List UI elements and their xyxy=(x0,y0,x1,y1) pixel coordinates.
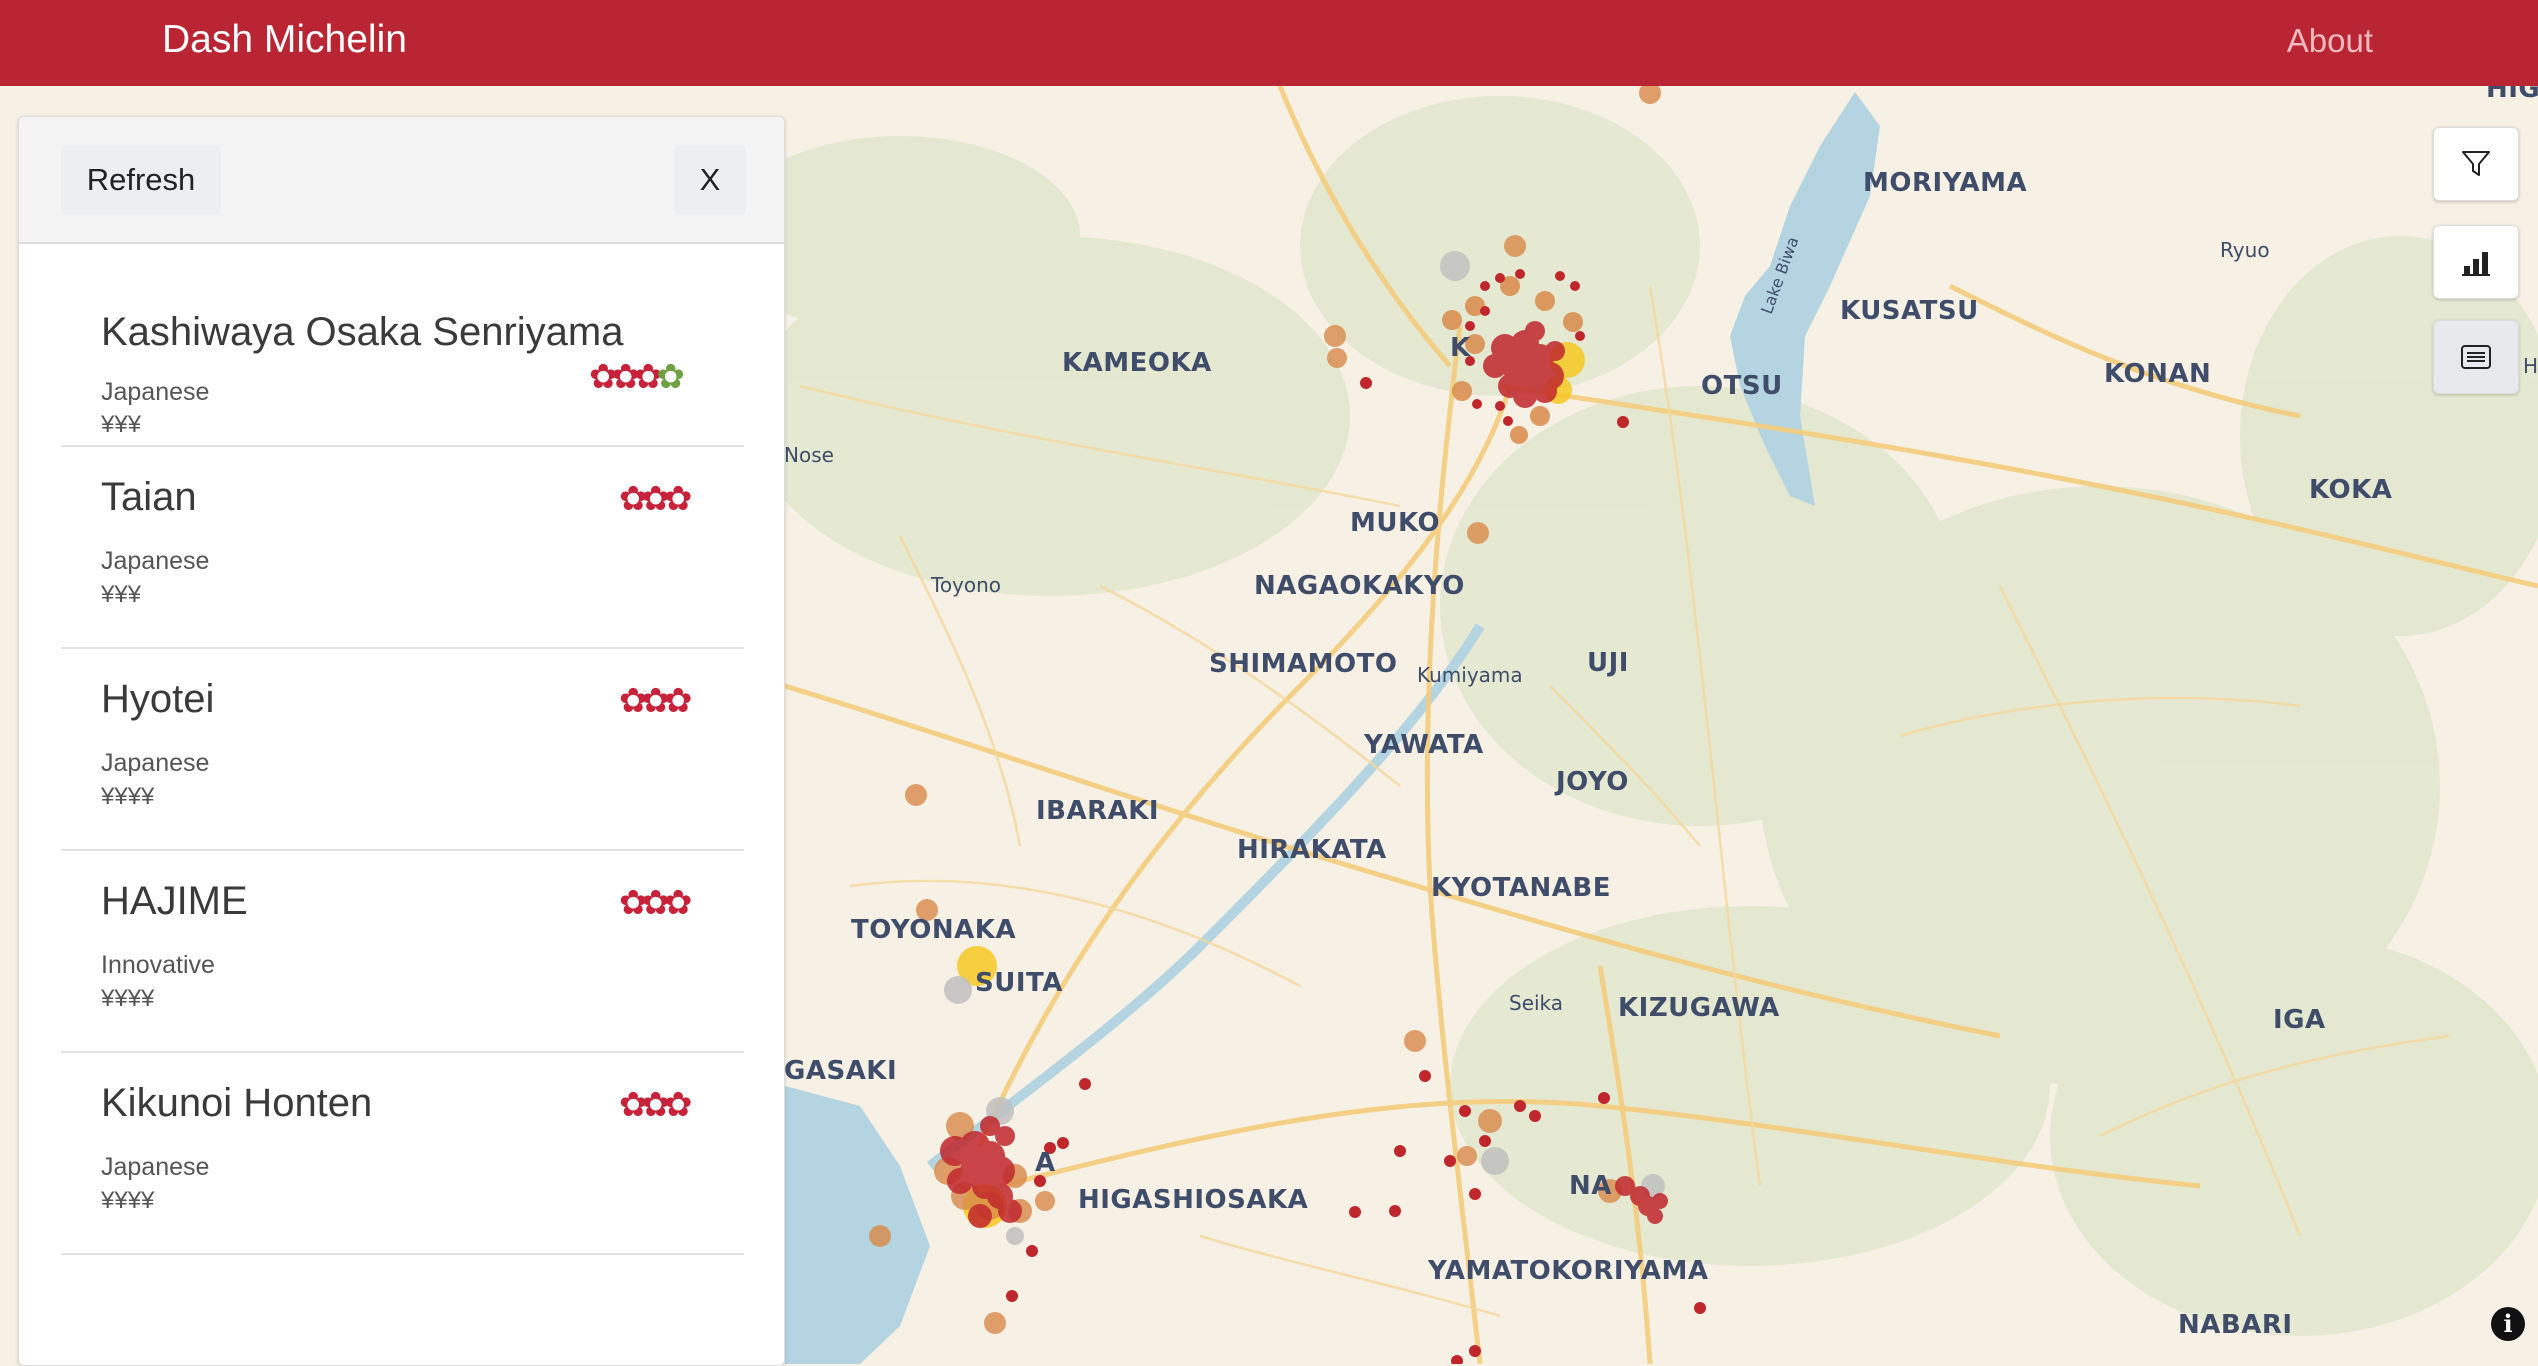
list-item[interactable]: Taian ✿✿✿ Japanese ¥¥¥ xyxy=(61,447,744,649)
list-item[interactable]: Kashiwaya Osaka Senriyama ✿✿✿✿ Japanese … xyxy=(61,242,744,447)
michelin-stars: ✿✿✿ xyxy=(619,883,693,923)
map-label: YAWATA xyxy=(1364,730,1484,760)
map-label: KYOTANABE xyxy=(1431,873,1611,903)
map-label: K xyxy=(1450,333,1471,363)
filter-button[interactable] xyxy=(2433,127,2519,201)
map-label: UJI xyxy=(1587,648,1629,678)
map-label: MUKO xyxy=(1350,508,1441,538)
map-label: KONAN xyxy=(2104,359,2212,389)
michelin-stars: ✿✿✿ xyxy=(619,479,693,519)
restaurant-price: ¥¥¥ xyxy=(101,411,142,438)
restaurant-name: HAJIME xyxy=(101,879,248,923)
michelin-stars: ✿✿✿ xyxy=(619,681,693,721)
restaurant-price: ¥¥¥ xyxy=(101,581,142,608)
map-label: Nose xyxy=(784,443,834,467)
restaurant-price: ¥¥¥¥ xyxy=(101,985,155,1012)
restaurant-price: ¥¥¥¥ xyxy=(101,783,155,810)
map-label: NAGAOKAKYO xyxy=(1254,571,1465,601)
star-icon: ✿✿✿ xyxy=(619,479,693,519)
restaurant-list-panel: Refresh X Kashiwaya Osaka Senriyama ✿✿✿✿… xyxy=(18,116,785,1366)
bar-chart-icon xyxy=(2462,252,2490,276)
restaurant-cuisine: Japanese xyxy=(101,378,210,406)
app-title[interactable]: Dash Michelin xyxy=(162,18,407,62)
map-label: GASAKI xyxy=(784,1056,898,1086)
chart-button[interactable] xyxy=(2433,225,2519,299)
map-label: OTSU xyxy=(1701,371,1783,401)
michelin-stars: ✿✿✿✿ xyxy=(589,357,685,397)
map-label: Seika xyxy=(1509,991,1564,1015)
map-label: YAMATOKORIYAMA xyxy=(1428,1256,1709,1286)
map-label: KOKA xyxy=(2309,475,2393,505)
map-label: H xyxy=(2523,354,2538,378)
top-navbar: Dash Michelin About xyxy=(0,0,2538,86)
green-star-icon: ✿ xyxy=(656,357,684,397)
map-label: SHIMAMOTO xyxy=(1209,649,1398,679)
close-panel-button[interactable]: X xyxy=(674,145,746,215)
list-icon xyxy=(2461,345,2491,369)
map-label: KAMEOKA xyxy=(1062,348,1212,378)
list-button[interactable] xyxy=(2433,320,2519,394)
map-label: IGA xyxy=(2273,1005,2326,1035)
star-icon: ✿✿✿ xyxy=(619,883,693,923)
map-label: HIRAKATA xyxy=(1237,835,1387,865)
info-icon[interactable]: i xyxy=(2491,1307,2525,1341)
restaurant-price: ¥¥¥¥ xyxy=(101,1187,155,1214)
list-item[interactable]: Kikunoi Honten ✿✿✿ Japanese ¥¥¥¥ xyxy=(61,1053,744,1255)
map-label: A xyxy=(1035,1148,1056,1178)
restaurant-cuisine: Japanese xyxy=(101,1153,210,1181)
map-label: Kumiyama xyxy=(1417,663,1523,687)
panel-header: Refresh X xyxy=(19,117,784,244)
list-item[interactable]: Hyotei ✿✿✿ Japanese ¥¥¥¥ xyxy=(61,649,744,851)
map-label: TOYONAKA xyxy=(851,915,1017,945)
restaurant-name: Kikunoi Honten xyxy=(101,1081,373,1125)
restaurant-name: Hyotei xyxy=(101,677,215,721)
star-icon: ✿✿✿ xyxy=(619,681,693,721)
map-label: KUSATSU xyxy=(1840,296,1979,326)
refresh-button[interactable]: Refresh xyxy=(61,145,221,215)
restaurant-cuisine: Japanese xyxy=(101,547,210,575)
map-label: KIZUGAWA xyxy=(1618,993,1780,1023)
map-label: MORIYAMA xyxy=(1863,168,2028,198)
restaurant-name: Kashiwaya Osaka Senriyama xyxy=(101,310,624,354)
restaurant-cuisine: Japanese xyxy=(101,749,210,777)
map-label: HIGA xyxy=(2486,86,2538,104)
map-label: HIGASHIOSAKA xyxy=(1078,1185,1309,1215)
map-label: IBARAKI xyxy=(1036,796,1160,826)
michelin-stars: ✿✿✿ xyxy=(619,1085,693,1125)
map-label: Toyono xyxy=(931,573,1002,597)
restaurant-name: Taian xyxy=(101,475,197,519)
star-icon: ✿✿✿ xyxy=(619,1085,693,1125)
map-label: SUITA xyxy=(975,968,1063,998)
star-icon: ✿✿✿ xyxy=(589,357,663,397)
map-label: JOYO xyxy=(1556,767,1629,797)
filter-icon xyxy=(2462,151,2490,176)
about-link[interactable]: About xyxy=(2287,22,2373,60)
map-label: Ryuo xyxy=(2220,238,2270,262)
list-item[interactable]: HAJIME ✿✿✿ Innovative ¥¥¥¥ xyxy=(61,851,744,1053)
map-label: NABARI xyxy=(2178,1310,2293,1340)
map-label: NA xyxy=(1569,1171,1612,1201)
restaurant-cuisine: Innovative xyxy=(101,951,215,979)
